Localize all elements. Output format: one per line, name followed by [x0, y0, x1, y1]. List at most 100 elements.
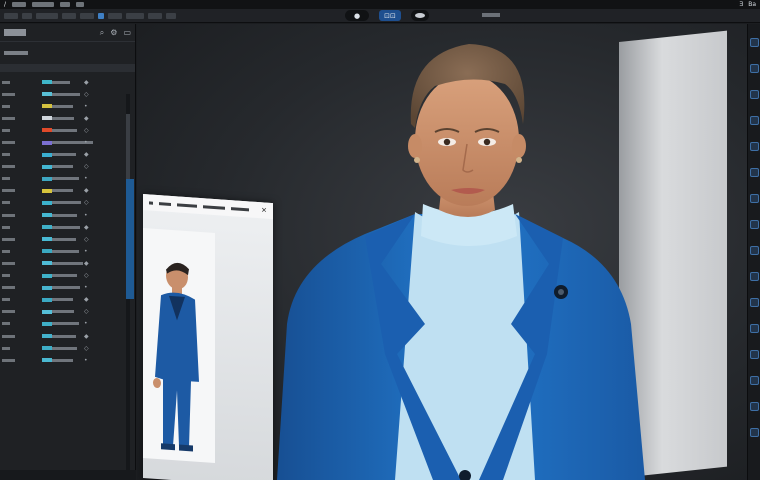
- property-color-swatch[interactable]: [42, 80, 52, 85]
- reference-window-titlebar[interactable]: [143, 194, 273, 220]
- property-value[interactable]: [52, 80, 71, 84]
- toolbar-button[interactable]: [62, 12, 76, 19]
- tool-button[interactable]: [750, 220, 759, 229]
- property-color-swatch[interactable]: [42, 152, 52, 157]
- property-value[interactable]: [52, 322, 79, 326]
- property-value[interactable]: [52, 298, 73, 302]
- tool-button[interactable]: [750, 272, 759, 281]
- property-row[interactable]: ◆: [0, 112, 135, 124]
- property-row[interactable]: ◆: [0, 149, 135, 161]
- keyframe-icon[interactable]: ◇: [84, 236, 89, 243]
- property-color-swatch[interactable]: [42, 309, 52, 314]
- keyframe-icon[interactable]: •: [84, 212, 88, 219]
- property-value[interactable]: [52, 358, 73, 362]
- property-color-swatch[interactable]: [42, 116, 52, 121]
- property-value[interactable]: [52, 128, 78, 132]
- property-value[interactable]: [52, 249, 79, 253]
- property-value[interactable]: [52, 274, 78, 278]
- property-color-swatch[interactable]: [42, 285, 52, 290]
- property-value[interactable]: [52, 237, 76, 241]
- section-header[interactable]: [0, 64, 135, 72]
- toolbar-button[interactable]: [108, 12, 122, 19]
- toolbar-button[interactable]: [80, 12, 94, 19]
- settings-icon[interactable]: ⚙: [110, 28, 117, 37]
- keyframe-icon[interactable]: ◇: [84, 308, 89, 315]
- tool-button[interactable]: [750, 246, 759, 255]
- toolbar-button[interactable]: [36, 12, 58, 19]
- property-value[interactable]: [52, 201, 82, 205]
- keyframe-icon[interactable]: ◇: [84, 272, 89, 279]
- property-value[interactable]: [52, 334, 76, 338]
- property-value[interactable]: [52, 286, 80, 290]
- property-row[interactable]: ◆: [0, 185, 135, 197]
- property-row[interactable]: ◇: [0, 88, 135, 100]
- keyframe-icon[interactable]: ◇: [84, 345, 89, 352]
- property-value[interactable]: [52, 346, 78, 350]
- property-value[interactable]: [52, 189, 73, 193]
- tool-button[interactable]: [750, 142, 759, 151]
- tool-button[interactable]: [750, 168, 759, 177]
- property-row[interactable]: ◇: [0, 342, 135, 354]
- keyframe-icon[interactable]: ◇: [84, 199, 89, 206]
- property-row[interactable]: ◇: [0, 270, 135, 282]
- tool-button[interactable]: [750, 90, 759, 99]
- tool-button[interactable]: [750, 402, 759, 411]
- menu-right-glyph[interactable]: Ǝ: [739, 1, 743, 8]
- keyframe-icon[interactable]: ◇: [84, 163, 89, 170]
- tool-button[interactable]: [750, 298, 759, 307]
- keyframe-icon[interactable]: ◆: [84, 296, 89, 303]
- property-color-swatch[interactable]: [42, 128, 52, 133]
- keyframe-icon[interactable]: •: [84, 320, 88, 327]
- property-row[interactable]: ◆: [0, 221, 135, 233]
- property-value[interactable]: [52, 261, 83, 265]
- property-color-swatch[interactable]: [42, 249, 52, 254]
- menu-item-edit[interactable]: [32, 2, 55, 7]
- property-row[interactable]: ◇: [0, 124, 135, 136]
- property-color-swatch[interactable]: [42, 92, 52, 97]
- property-row[interactable]: •: [0, 245, 135, 257]
- tool-button[interactable]: [750, 428, 759, 437]
- keyframe-icon[interactable]: ◆: [84, 224, 89, 231]
- property-color-swatch[interactable]: [42, 164, 52, 169]
- property-value[interactable]: [52, 116, 75, 120]
- property-row[interactable]: ◆: [0, 257, 135, 269]
- 3d-viewport[interactable]: ✕: [137, 24, 747, 480]
- app-menu-glyph[interactable]: /: [4, 1, 6, 8]
- keyframe-icon[interactable]: •: [84, 357, 88, 364]
- keyframe-icon[interactable]: ◆: [84, 333, 89, 340]
- menu-item-window[interactable]: [76, 2, 85, 7]
- menu-item-file[interactable]: [12, 2, 27, 7]
- property-row[interactable]: ◇: [0, 306, 135, 318]
- property-row[interactable]: •: [0, 136, 135, 148]
- property-row[interactable]: ◆: [0, 294, 135, 306]
- property-color-swatch[interactable]: [42, 188, 52, 193]
- property-value[interactable]: [52, 92, 80, 96]
- property-color-swatch[interactable]: [42, 358, 52, 363]
- keyframe-icon[interactable]: •: [84, 103, 88, 110]
- keyframe-icon[interactable]: ◇: [84, 91, 89, 98]
- property-color-swatch[interactable]: [42, 237, 52, 242]
- property-color-swatch[interactable]: [42, 346, 52, 351]
- tool-button[interactable]: [750, 350, 759, 359]
- property-color-swatch[interactable]: [42, 261, 52, 266]
- property-color-swatch[interactable]: [42, 200, 52, 205]
- render-button[interactable]: ⊡⊡: [379, 10, 401, 21]
- property-value[interactable]: [52, 225, 80, 229]
- property-value[interactable]: [52, 104, 73, 108]
- keyframe-icon[interactable]: ◇: [84, 127, 89, 134]
- property-color-swatch[interactable]: [42, 225, 52, 230]
- property-value[interactable]: [52, 310, 75, 314]
- toolbar-toggle-active[interactable]: [98, 12, 104, 19]
- tool-button[interactable]: [750, 324, 759, 333]
- keyframe-icon[interactable]: ◆: [84, 187, 89, 194]
- keyframe-icon[interactable]: •: [84, 284, 88, 291]
- playback-pill[interactable]: ●: [345, 10, 369, 21]
- reference-image-window[interactable]: ✕: [143, 194, 273, 480]
- search-icon[interactable]: ⌕: [100, 28, 104, 38]
- toolbar-button[interactable]: [166, 12, 176, 19]
- toolbar-button[interactable]: [126, 12, 144, 19]
- property-color-swatch[interactable]: [42, 334, 52, 339]
- property-row[interactable]: •: [0, 100, 135, 112]
- keyframe-icon[interactable]: •: [84, 248, 88, 255]
- view-mode-pill[interactable]: [411, 10, 429, 21]
